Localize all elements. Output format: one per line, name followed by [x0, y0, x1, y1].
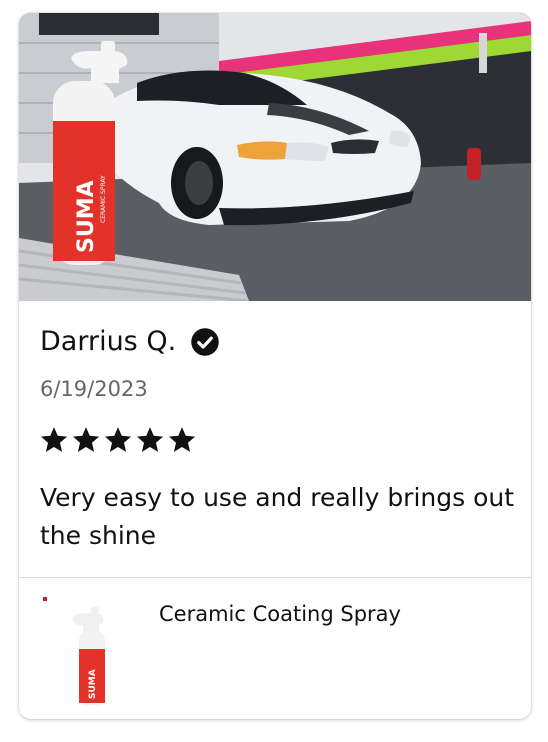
review-card: SUMA CERAMIC SPRAY Darrius Q. 6/19/2023 …	[19, 13, 531, 719]
review-body: Very easy to use and really brings out t…	[40, 483, 515, 550]
divider	[19, 577, 531, 578]
review-date: 6/19/2023	[40, 377, 148, 401]
check-circle-icon	[191, 327, 219, 356]
product-name[interactable]: Ceramic Coating Spray	[159, 602, 401, 626]
reviewer: Darrius Q.	[40, 326, 220, 357]
star-icon	[137, 427, 163, 452]
photo-bottle-brand: SUMA	[74, 180, 99, 253]
star-icon	[105, 427, 131, 452]
thumb-bottle-brand: SUMA	[88, 669, 98, 699]
reviewer-name: Darrius Q.	[40, 326, 177, 357]
star-rating	[39, 425, 197, 455]
star-icon	[169, 427, 195, 452]
review-photo[interactable]: SUMA CERAMIC SPRAY	[19, 13, 531, 301]
star-icon	[41, 427, 67, 452]
photo-bottle-sublabel: CERAMIC SPRAY	[100, 175, 107, 223]
star-icon	[73, 427, 99, 452]
product-thumbnail[interactable]: SUMA	[37, 597, 117, 707]
